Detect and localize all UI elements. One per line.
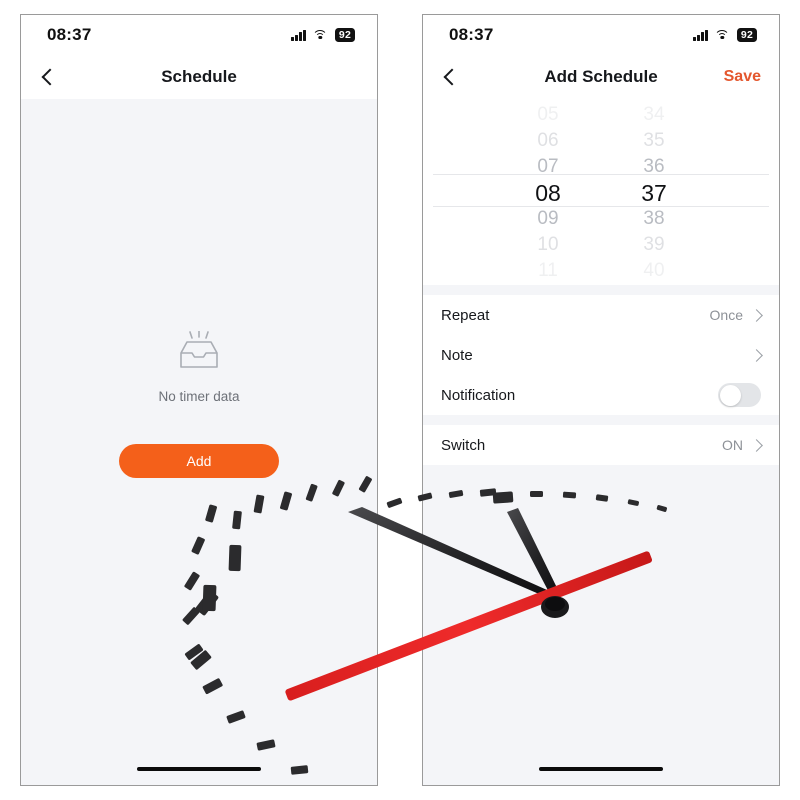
nav-bar-right: Add Schedule Save xyxy=(423,55,779,99)
page-title: Add Schedule xyxy=(544,67,658,86)
empty-state: No timer data Add xyxy=(21,331,377,478)
chevron-left-icon[interactable] xyxy=(37,66,59,88)
minute-option[interactable]: 34 xyxy=(615,102,693,128)
hour-option[interactable]: 08 xyxy=(509,180,587,206)
empty-state-text: No timer data xyxy=(158,389,240,404)
status-bar-left: 08:37 92 xyxy=(21,15,377,55)
minute-option[interactable]: 36 xyxy=(615,154,693,180)
hour-option[interactable]: 07 xyxy=(509,154,587,180)
minute-option[interactable]: 37 xyxy=(615,180,693,206)
settings-row-label: Notification xyxy=(441,386,516,404)
settings-row-note[interactable]: Note xyxy=(423,335,779,375)
settings-row-control: Once xyxy=(709,307,763,323)
empty-inbox-icon xyxy=(180,331,218,368)
screenshot-stage: 08:37 92 Schedule No timer data Add 08:3… xyxy=(0,0,800,800)
minute-picker-column[interactable]: 34 35 36 37 38 39 40 xyxy=(615,99,693,285)
minute-option[interactable]: 35 xyxy=(615,128,693,154)
hour-option[interactable]: 06 xyxy=(509,128,587,154)
settings-row-control xyxy=(718,383,761,407)
settings-row-value: ON xyxy=(722,437,743,453)
settings-row-repeat[interactable]: Repeat Once xyxy=(423,295,779,335)
save-button[interactable]: Save xyxy=(724,68,761,86)
minute-option[interactable]: 39 xyxy=(615,232,693,258)
status-icons: 92 xyxy=(291,28,355,42)
minute-option[interactable]: 40 xyxy=(615,258,693,284)
chevron-right-icon[interactable] xyxy=(750,348,763,362)
hour-option[interactable]: 11 xyxy=(509,258,587,284)
battery-badge: 92 xyxy=(334,28,355,42)
minute-option[interactable]: 38 xyxy=(615,206,693,232)
status-time: 08:37 xyxy=(47,25,92,44)
wifi-icon xyxy=(312,29,328,41)
settings-row-label: Note xyxy=(441,346,473,364)
chevron-left-icon[interactable] xyxy=(439,66,461,88)
settings-row-label: Switch xyxy=(441,436,486,454)
add-schedule-body: 05 06 07 08 09 10 11 34 35 36 37 38 39 40 Repeat Once… xyxy=(423,99,779,785)
battery-badge: 92 xyxy=(736,28,757,42)
chevron-right-icon[interactable] xyxy=(750,438,763,452)
phone-screen-add-schedule: 08:37 92 Add Schedule Save 05 06 07 08 09 10 1… xyxy=(422,14,780,786)
status-bar-right: 08:37 92 xyxy=(423,15,779,55)
add-button[interactable]: Add xyxy=(119,444,279,478)
settings-group-primary: Repeat Once Note Notification xyxy=(423,295,779,415)
home-indicator xyxy=(137,766,261,771)
hour-option[interactable]: 05 xyxy=(509,102,587,128)
signal-bars-icon xyxy=(693,29,708,41)
nav-bar-left: Schedule xyxy=(21,55,377,99)
settings-row-value: Once xyxy=(709,307,743,323)
status-time: 08:37 xyxy=(449,25,494,44)
signal-bars-icon xyxy=(291,29,306,41)
schedule-body: No timer data Add xyxy=(21,99,377,785)
chevron-right-icon[interactable] xyxy=(750,308,763,322)
hour-option[interactable]: 10 xyxy=(509,232,587,258)
settings-row-label: Repeat xyxy=(441,306,490,324)
settings-row-control: ON xyxy=(722,437,763,453)
notification-toggle[interactable] xyxy=(718,383,761,407)
hour-picker-column[interactable]: 05 06 07 08 09 10 11 xyxy=(509,99,587,285)
settings-row-switch[interactable]: Switch ON xyxy=(423,425,779,465)
settings-group-secondary: Switch ON xyxy=(423,425,779,465)
wifi-icon xyxy=(714,29,730,41)
time-picker[interactable]: 05 06 07 08 09 10 11 34 35 36 37 38 39 40 xyxy=(423,99,779,285)
status-icons: 92 xyxy=(693,28,757,42)
home-indicator xyxy=(539,766,663,771)
section-gap xyxy=(423,285,779,295)
section-gap xyxy=(423,415,779,425)
settings-row-control xyxy=(750,348,763,362)
hour-option[interactable]: 09 xyxy=(509,206,587,232)
settings-row-notification[interactable]: Notification xyxy=(423,375,779,415)
phone-screen-schedule: 08:37 92 Schedule No timer data Add xyxy=(20,14,378,786)
page-title: Schedule xyxy=(161,67,237,86)
